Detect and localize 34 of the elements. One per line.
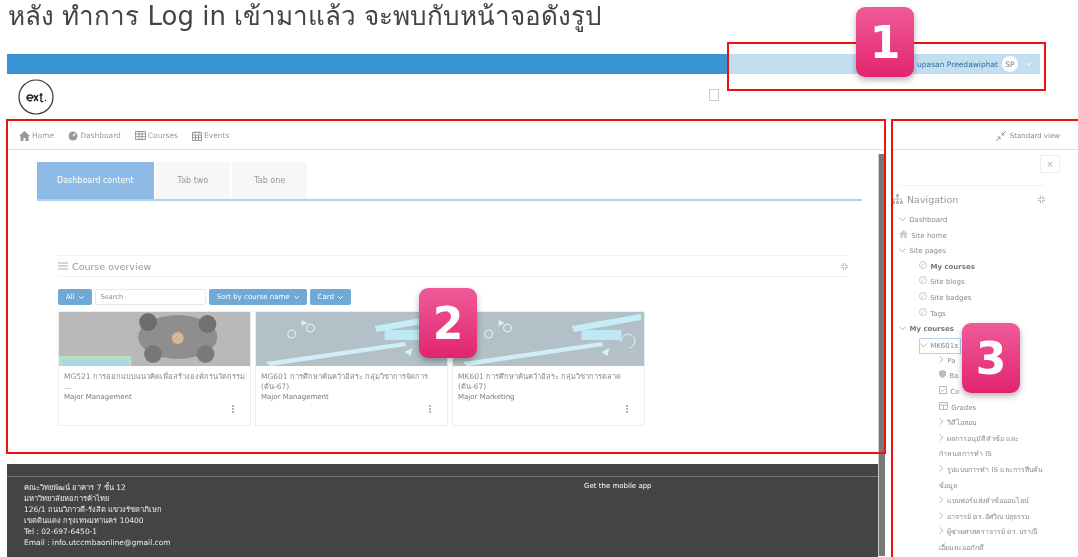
tab[interactable]: Dashboard content — [37, 162, 154, 199]
caret-icon — [1026, 62, 1032, 66]
compass-icon — [919, 291, 927, 300]
shield-icon — [939, 370, 946, 379]
checkbox-icon — [939, 385, 947, 394]
compass-icon — [919, 307, 927, 316]
compass-icon — [919, 276, 927, 285]
expand-icon[interactable] — [841, 262, 848, 270]
caret-icon — [337, 295, 343, 299]
caret-icon — [78, 295, 84, 299]
callout-badge: 3 — [962, 323, 1020, 393]
gauge-icon — [68, 130, 79, 141]
tab[interactable]: Tab two — [155, 162, 231, 199]
callout-badge: 2 — [419, 288, 477, 358]
caret-icon — [293, 295, 299, 299]
home-icon — [19, 130, 30, 141]
grid-icon — [134, 131, 146, 140]
sitemap-icon — [892, 194, 903, 204]
collapse-icon — [995, 130, 1006, 141]
calendar-icon — [191, 130, 202, 141]
block-title: Course overview — [72, 260, 152, 272]
compass-icon — [919, 260, 927, 269]
tab[interactable]: Tab one — [232, 162, 308, 199]
expand-icon[interactable] — [1038, 195, 1045, 203]
home-icon — [899, 229, 908, 238]
callout-badge: 1 — [856, 7, 914, 77]
block-title: Navigation — [907, 193, 959, 205]
table-icon — [939, 401, 948, 410]
menu-icon[interactable] — [58, 262, 68, 270]
page-heading: หลัง ทำการ Log in เข้ามาแล้ว จะพบกับหน้าจอดังรูป — [7, 0, 603, 34]
close-button[interactable]: × — [1040, 155, 1060, 173]
scrollbar[interactable] — [878, 154, 885, 556]
document-icon[interactable] — [709, 89, 719, 101]
logo-icon — [18, 79, 54, 115]
